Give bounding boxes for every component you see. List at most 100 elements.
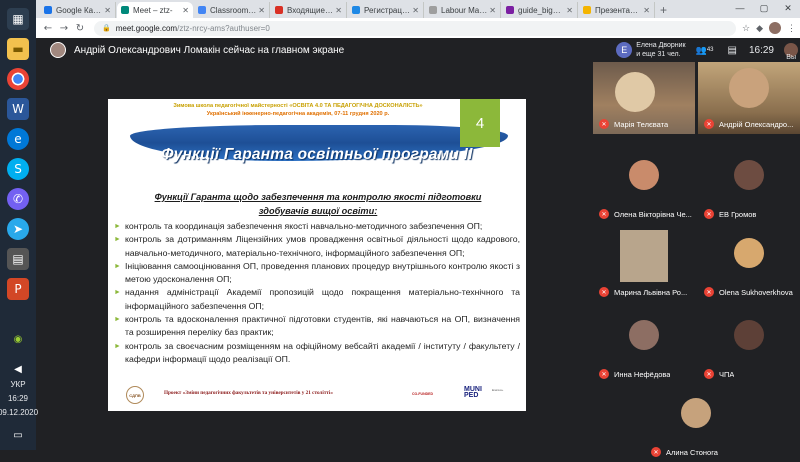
skype-icon[interactable]: S xyxy=(7,158,29,180)
window-controls: — ▢ ✕ xyxy=(728,0,800,16)
powerpoint-icon[interactable]: P xyxy=(7,278,29,300)
participant-name: Алина Стонога xyxy=(666,447,718,457)
participant-tile[interactable]: ✕ Олена Вікторівна Че... xyxy=(593,152,695,224)
address-bar[interactable]: 🔒 meet.google.com/ztz-nrcy-ams?authuser=… xyxy=(94,20,736,36)
chat-icon[interactable]: ▤ xyxy=(728,45,737,56)
task-view-icon[interactable]: ▦ xyxy=(7,8,29,30)
menu-icon[interactable]: ⋮ xyxy=(787,23,796,34)
participant-tile[interactable]: ✕ Алина Стонога xyxy=(645,390,747,462)
meet-clock: 16:29 xyxy=(748,44,774,56)
edge-icon[interactable]: e xyxy=(7,128,29,150)
maximize-icon[interactable]: ▢ xyxy=(752,0,776,16)
participant-label: ✕ Олена Вікторівна Че... xyxy=(599,209,693,219)
participant-tile[interactable]: ✕ ЧПА xyxy=(698,312,800,384)
participant-name: Марія Телєвата xyxy=(614,119,669,129)
telegram-icon[interactable]: ➤ xyxy=(7,218,29,240)
browser-tab[interactable]: Входящие (2 6б✕ xyxy=(271,2,347,18)
participants-grid: ✕ Марія Телєвата ✕ Андрій Олександро... ✕ Оле… xyxy=(593,62,800,457)
mic-muted-icon: ✕ xyxy=(599,287,609,297)
others-line2: и еще 31 чел. xyxy=(636,51,681,58)
tab-close-icon[interactable]: ✕ xyxy=(489,6,496,15)
tab-close-icon[interactable]: ✕ xyxy=(335,6,342,15)
participant-video xyxy=(620,230,668,282)
calculator-icon[interactable]: ▤ xyxy=(7,248,29,270)
participant-tile[interactable]: ✕ Марія Телєвата xyxy=(593,62,695,134)
mic-muted-icon: ✕ xyxy=(704,209,714,219)
tab-favicon-icon xyxy=(275,6,283,14)
tab-title: Google Календа xyxy=(56,5,103,15)
browser-tab[interactable]: Labour Market In✕ xyxy=(425,2,501,18)
tab-title: Регистрация в з xyxy=(364,5,411,15)
participant-video xyxy=(615,72,655,112)
tab-title: Meet – ztz- xyxy=(133,5,173,15)
participant-name: Olena Sukhoverkhova xyxy=(719,287,793,297)
people-button[interactable]: 👥 43 xyxy=(696,45,714,56)
bullet-arrow-icon: ► xyxy=(114,262,121,270)
slide-header-line2: Український інженерно-педагогічна академ… xyxy=(206,111,390,117)
minimize-icon[interactable]: — xyxy=(728,0,752,16)
participant-name: Андрій Олександро... xyxy=(719,119,794,129)
participant-label: ✕ Марія Телєвата xyxy=(599,119,693,129)
participant-tile[interactable]: ✕ Андрій Олександро... xyxy=(698,62,800,134)
browser-tab[interactable]: Google Календа✕ xyxy=(40,2,116,18)
chrome-icon[interactable] xyxy=(7,68,29,90)
bullet-text: контроль та координація забезпечення яко… xyxy=(125,221,483,231)
new-tab-icon[interactable]: + xyxy=(660,2,667,18)
browser-tab[interactable]: Meet – ztz- ✕ xyxy=(117,2,193,18)
profile-avatar[interactable] xyxy=(769,22,781,34)
back-icon[interactable]: ← xyxy=(40,23,56,34)
mic-muted-icon: ✕ xyxy=(599,209,609,219)
participant-tile[interactable]: ✕ ЕВ Громов xyxy=(698,152,800,224)
word-icon[interactable]: W xyxy=(7,98,29,120)
participant-video xyxy=(729,68,769,108)
tab-close-icon[interactable]: ✕ xyxy=(258,6,265,15)
browser-tab[interactable]: Регистрация в з✕ xyxy=(348,2,424,18)
extension-icon[interactable]: ◆ xyxy=(756,23,763,34)
footer-project-text: Проект «Зміни педагогічних факультетів т… xyxy=(164,390,333,396)
tab-close-icon[interactable]: ✕ xyxy=(412,6,419,15)
bullet-text: контроль за своєчасним розміщенням на оф… xyxy=(125,340,520,364)
participant-tile[interactable]: ✕ Марина Львівна Ро... xyxy=(593,230,695,302)
mic-muted-icon: ✕ xyxy=(704,287,714,297)
language-indicator[interactable]: УКР xyxy=(10,380,25,390)
participant-tile[interactable]: ✕ Инна Нефёдова xyxy=(593,312,695,384)
slide-bullet: ► надання адміністрації Академії пропозиц… xyxy=(114,286,520,313)
star-icon[interactable]: ☆ xyxy=(742,23,750,34)
volume-icon[interactable]: ◀ xyxy=(7,358,29,380)
slide-bullet: ► контроль за дотриманням Ліцензійних умо… xyxy=(114,233,520,260)
tab-title: Входящие (2 6б xyxy=(287,5,333,15)
bullet-text: надання адміністрації Академії пропозиці… xyxy=(125,287,520,311)
participant-avatar xyxy=(629,160,659,190)
participant-avatar xyxy=(734,160,764,190)
tray-date[interactable]: 09.12.2020 xyxy=(0,408,38,418)
bullet-arrow-icon: ► xyxy=(114,223,121,230)
participant-avatar xyxy=(629,320,659,350)
slide-bullet-list: ► контроль та координація забезпечення як… xyxy=(114,220,520,366)
participant-label: ✕ ЕВ Громов xyxy=(704,209,798,219)
bullet-arrow-icon: ► xyxy=(114,236,121,244)
participant-label: ✕ Марина Львівна Ро... xyxy=(599,287,693,297)
forward-icon[interactable]: → xyxy=(56,23,72,34)
viber-icon[interactable]: ✆ xyxy=(7,188,29,210)
network-icon[interactable]: ◉ xyxy=(7,328,29,350)
slide-title: Функції Гаранта освітньої програми ІІ xyxy=(161,146,473,163)
close-icon[interactable]: ✕ xyxy=(776,0,800,16)
tab-close-icon[interactable]: ✕ xyxy=(104,6,111,15)
other-participants[interactable]: E Елена Дворник и еще 31 чел. xyxy=(616,41,686,59)
mic-muted-icon: ✕ xyxy=(704,119,714,129)
slide-bullet: ► Ініціювання самооцінювання ОП, проведен… xyxy=(114,260,520,287)
reload-icon[interactable]: ↻ xyxy=(72,23,88,34)
folder-icon[interactable]: ▬ xyxy=(7,38,29,60)
participant-tile[interactable]: ✕ Olena Sukhoverkhova xyxy=(698,230,800,302)
ped-text: PED xyxy=(464,392,479,399)
notifications-icon[interactable]: ▭ xyxy=(7,424,29,446)
browser-tab[interactable]: Презентации –✕ xyxy=(579,2,655,18)
tray-time[interactable]: 16:29 xyxy=(8,394,28,404)
tab-close-icon[interactable]: ✕ xyxy=(182,6,189,15)
tab-close-icon[interactable]: ✕ xyxy=(566,6,573,15)
muni-ped-logo: MUNI PED xyxy=(464,386,482,399)
lock-icon: 🔒 xyxy=(102,25,111,32)
tab-close-icon[interactable]: ✕ xyxy=(643,6,650,15)
browser-tab[interactable]: Classroomscreen✕ xyxy=(194,2,270,18)
browser-tab[interactable]: guide_big_data_✕ xyxy=(502,2,578,18)
